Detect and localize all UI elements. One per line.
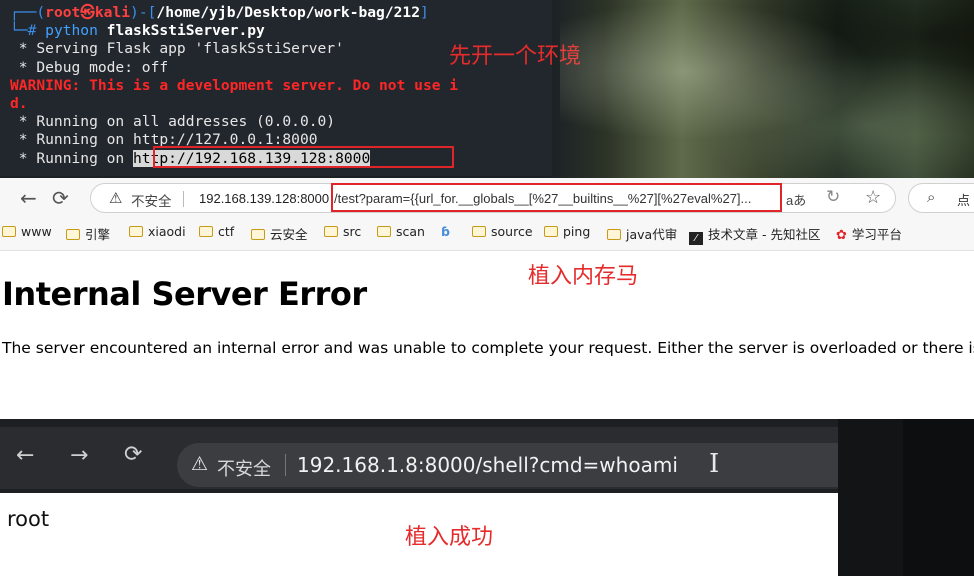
address-bar[interactable]: ⚠ 不安全 192.168.1.8:8000/shell?cmd=whoami … [177, 443, 838, 487]
search-label: 点 [957, 193, 971, 208]
terminal-output-line: * Running on all addresses (0.0.0.0) [10, 113, 336, 131]
terminal-warning-line: WARNING: This is a development server. D… [10, 76, 459, 94]
command-output: root [7, 507, 50, 531]
folder-icon [472, 226, 486, 237]
bookmark-ping[interactable]: ping [544, 224, 590, 239]
folder-icon [251, 229, 265, 240]
xianzhi-icon: ⁄ [689, 232, 703, 245]
bookmark-source[interactable]: source [472, 224, 533, 239]
terminal-prompt-line: ┌──(root㉿kali)-[/home/yjb/Desktop/work-b… [10, 4, 552, 22]
bookmark-java-audit[interactable]: java代审 [607, 224, 677, 243]
blue-swirl-icon[interactable]: ɓ [441, 224, 450, 239]
forward-arrow-icon[interactable]: → [70, 443, 88, 468]
bookmark-engine[interactable]: 引擎 [66, 224, 110, 243]
bookmark-ctf[interactable]: ctf [199, 224, 234, 239]
back-arrow-icon[interactable]: ← [20, 186, 37, 210]
bookmark-xianzhi[interactable]: ⁄ 技术文章 - 先知社区 [689, 224, 820, 245]
terminal-command: python [45, 22, 98, 40]
address-divider [285, 454, 286, 476]
folder-icon [377, 226, 391, 237]
search-box[interactable]: ⌕ 点 [908, 183, 974, 213]
annotation-inject-memshell: 植入内存马 [528, 264, 639, 289]
read-aloud-icon[interactable]: aあ [786, 190, 806, 209]
desktop-background: ┌──(root㉿kali)-[/home/yjb/Desktop/work-b… [0, 0, 974, 178]
search-icon: ⌕ [927, 189, 936, 206]
warning-triangle-icon[interactable]: ⚠ [109, 189, 122, 207]
address-divider [183, 191, 184, 207]
folder-icon [2, 226, 16, 237]
bookmark-www[interactable]: www [2, 224, 52, 239]
red-highlight-box [153, 146, 454, 168]
error-description: The server encountered an internal error… [2, 339, 974, 357]
annotation-inject-success: 植入成功 [405, 525, 494, 550]
dark-side-panel [903, 419, 974, 576]
folder-icon [607, 229, 621, 240]
bookmark-scan[interactable]: scan [377, 224, 425, 239]
reload-icon[interactable]: ⟳ [124, 442, 142, 467]
bookmark-learning-platform[interactable]: ✿ 学习平台 [836, 224, 902, 243]
address-host[interactable]: 192.168.139.128:8000 [199, 191, 329, 206]
page-content: root 植入成功 [0, 493, 838, 576]
prompt-open: ┌──( [10, 4, 46, 21]
not-secure-label[interactable]: 不安全 [131, 190, 172, 210]
folder-icon [199, 226, 213, 237]
back-arrow-icon[interactable]: ← [16, 443, 34, 468]
favorite-star-icon[interactable]: ☆ [865, 187, 881, 208]
browser-toolbar-dark: ← → ⟳ ⚠ 不安全 192.168.1.8:8000/shell?cmd=w… [0, 427, 838, 489]
warning-triangle-icon[interactable]: ⚠ [191, 453, 208, 476]
folder-icon [544, 226, 558, 237]
reload-icon[interactable]: ⟳ [52, 186, 69, 210]
terminal-warning-line: d. [10, 94, 28, 112]
page-title: Internal Server Error [2, 275, 367, 313]
red-highlight-box [331, 183, 782, 212]
prompt-close: ] [420, 4, 429, 21]
terminal-command-arg: flaskSstiServer.py [106, 22, 265, 40]
not-secure-label[interactable]: 不安全 [217, 455, 271, 481]
bookmark-cloud-security[interactable]: 云安全 [251, 224, 308, 243]
second-browser-window: ← → ⟳ ⚠ 不安全 192.168.1.8:8000/shell?cmd=w… [0, 419, 974, 576]
bookmark-xiaodi[interactable]: xiaodi [129, 224, 186, 239]
annotation-start-env: 先开一个环境 [449, 44, 582, 69]
bookmark-src[interactable]: src [324, 224, 361, 239]
prompt-symbol: └─# [10, 22, 37, 40]
address-url[interactable]: 192.168.1.8:8000/shell?cmd=whoami [297, 453, 678, 477]
text-cursor-icon: I [709, 449, 720, 479]
prompt-mid: )-[ [130, 4, 157, 21]
folder-icon [129, 226, 143, 237]
folder-icon [324, 226, 338, 237]
prompt-path: /home/yjb/Desktop/work-bag/212 [156, 4, 420, 21]
folder-icon [66, 229, 80, 240]
huawei-icon: ✿ [836, 228, 847, 243]
running-prefix: * Running on [10, 149, 134, 167]
prompt-user: root㉿kali [45, 4, 131, 21]
refresh-extension-icon[interactable]: ↻ [826, 187, 840, 207]
